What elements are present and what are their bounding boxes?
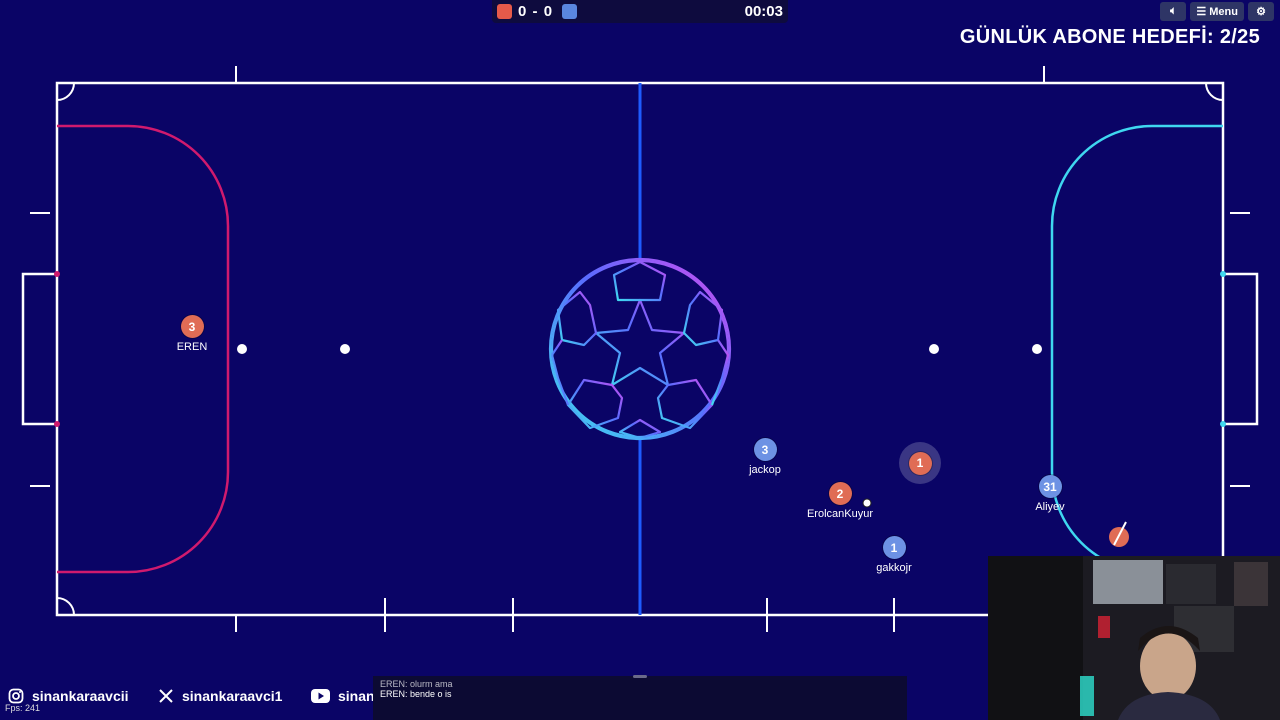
chat-box[interactable]: EREN: olurm ama EREN: bende o is xyxy=(373,675,907,720)
webcam-overlay xyxy=(988,556,1280,720)
webcam-feed xyxy=(988,556,1280,720)
player: 1 gakkojr xyxy=(854,536,934,574)
blue-team-square xyxy=(562,4,577,19)
right-goalpost xyxy=(1220,421,1226,427)
sound-button[interactable]: 🔈︎ xyxy=(1160,2,1187,21)
youtube-icon xyxy=(311,689,330,703)
player-disc: 2 xyxy=(828,482,852,505)
corner-arc xyxy=(56,82,75,101)
score-display: 0 - 0 xyxy=(518,3,553,20)
left-goalpost xyxy=(54,421,60,427)
player-name: EREN xyxy=(176,341,208,353)
gear-icon: ⚙ xyxy=(1256,6,1266,18)
player-name: Aliyev xyxy=(1035,501,1065,513)
right-goalpost xyxy=(1220,271,1226,277)
x-handle: sinankaraavci1 xyxy=(182,688,283,704)
corner-arc xyxy=(56,597,75,616)
right-goal xyxy=(1223,272,1259,426)
chat-message: EREN: olurm ama xyxy=(380,679,453,689)
top-controls: 🔈︎ ☰ Menu ⚙ xyxy=(1160,2,1274,21)
match-timer: 00:03 xyxy=(744,3,783,20)
player-disc: 1 xyxy=(908,451,932,475)
speaker-icon: 🔈︎ xyxy=(1170,5,1177,17)
player: 3 jackop xyxy=(725,438,805,476)
player: 2 ErolcanKuyur xyxy=(800,482,880,520)
starball-logo xyxy=(548,257,732,441)
subscriber-goal: GÜNLÜK ABONE HEDEFİ: 2/25 xyxy=(959,26,1260,48)
penalty-spot xyxy=(1032,344,1042,354)
score-separator: - xyxy=(532,3,539,20)
instagram-handle: sinankaraavcii xyxy=(32,688,129,704)
player-disc: 31 xyxy=(1038,475,1062,498)
left-goalpost xyxy=(54,271,60,277)
player-disc: 3 xyxy=(180,315,204,338)
player-disc: 1 xyxy=(882,536,906,559)
blue-score: 0 xyxy=(543,3,554,20)
penalty-spot xyxy=(237,344,247,354)
chat-message: EREN: bende o is xyxy=(380,689,452,699)
social-x: sinankaraavci1 xyxy=(158,688,282,704)
menu-label: Menu xyxy=(1209,5,1238,18)
x-icon xyxy=(159,689,173,703)
scoreboard: 0 - 0 00:03 xyxy=(492,0,788,23)
controlled-player: 1 xyxy=(899,442,941,484)
player-disc: 3 xyxy=(753,438,777,461)
chat-resize-handle[interactable] xyxy=(633,675,647,678)
fps-counter: Fps: 241 xyxy=(5,703,41,713)
red-score: 0 xyxy=(518,3,528,20)
social-instagram: sinankaraavcii xyxy=(8,688,129,704)
player-name: jackop xyxy=(749,464,781,476)
red-team-square xyxy=(497,4,512,19)
menu-button[interactable]: ☰ Menu xyxy=(1190,2,1244,21)
instagram-icon xyxy=(8,688,24,704)
corner-arc xyxy=(1205,82,1224,101)
settings-button[interactable]: ⚙ xyxy=(1248,2,1274,21)
left-goal xyxy=(21,272,57,426)
player: 3 EREN xyxy=(152,315,232,353)
game-ball xyxy=(1109,521,1129,547)
hamburger-icon: ☰ xyxy=(1196,6,1207,18)
player: 31 Aliyev xyxy=(1010,475,1090,513)
player-name: ErolcanKuyur xyxy=(806,508,874,520)
penalty-spot xyxy=(929,344,939,354)
player-name: gakkojr xyxy=(876,562,912,574)
penalty-spot xyxy=(340,344,350,354)
